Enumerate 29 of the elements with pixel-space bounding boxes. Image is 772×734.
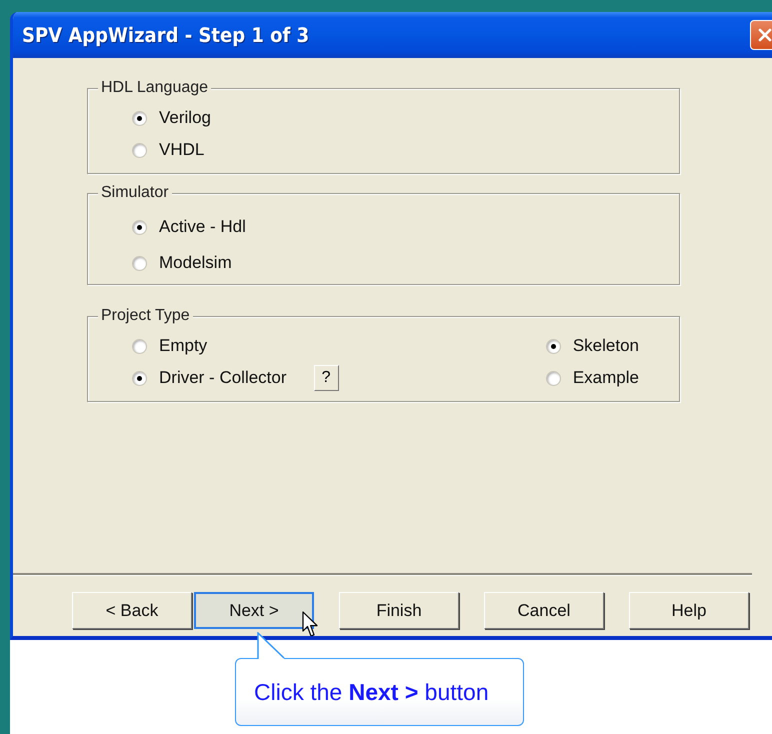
mouse-cursor-icon (302, 611, 319, 636)
radio-button[interactable] (132, 110, 147, 126)
radio-label[interactable]: Verilog (159, 108, 211, 128)
dialog-button[interactable]: Finish (339, 592, 459, 629)
radio-button[interactable] (132, 370, 147, 386)
help-button[interactable]: ? (314, 365, 339, 391)
dialog-button[interactable]: Cancel (484, 592, 604, 629)
radio-button[interactable] (132, 338, 147, 354)
radio-button[interactable] (132, 142, 147, 158)
close-icon (757, 27, 772, 43)
dialog-button[interactable]: Next > (194, 592, 314, 629)
group-title: Project Type (98, 307, 193, 325)
group-title: HDL Language (98, 79, 212, 97)
radio-button[interactable] (546, 370, 561, 386)
radio-button[interactable] (132, 256, 147, 270)
dialog-button[interactable]: Help (629, 592, 749, 629)
radio-label[interactable]: Skeleton (572, 336, 639, 356)
radio-label[interactable]: Empty (159, 336, 208, 356)
radio-label[interactable]: Modelsim (159, 253, 232, 273)
close-button[interactable] (750, 20, 772, 50)
radio-label[interactable]: VHDL (159, 140, 204, 160)
radio-label[interactable]: Example (572, 368, 639, 388)
dialog-button[interactable]: < Back (72, 592, 192, 629)
radio-label[interactable]: Driver - Collector (159, 368, 287, 388)
window-title: SPV AppWizard - Step 1 of 3 (22, 23, 310, 47)
callout-text: Click the Next > button (254, 678, 489, 706)
radio-button[interactable] (546, 338, 561, 354)
radio-label[interactable]: Active - Hdl (159, 217, 246, 237)
radio-button[interactable] (132, 220, 147, 234)
